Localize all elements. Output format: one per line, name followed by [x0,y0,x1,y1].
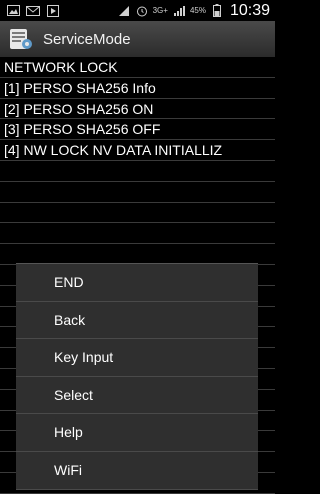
app-title: ServiceMode [43,30,131,48]
console-line[interactable]: [2] PERSO SHA256 ON [0,99,275,120]
gallery-icon [6,5,20,17]
network-type: 3G+ [152,6,168,15]
console-line[interactable]: [4] NW LOCK NV DATA INITIALLIZ [0,140,275,161]
clock: 10:39 [229,1,270,19]
menu-item-help[interactable]: Help [16,414,258,452]
console-line [0,223,275,245]
options-menu: END Back Key Input Select Help WiFi [16,263,258,490]
signal-icon [117,5,131,17]
battery-percent: 45% [189,6,206,15]
play-icon [46,4,60,17]
console-line [0,203,275,224]
menu-item-key-input[interactable]: Key Input [16,339,258,377]
service-mode-app-icon [8,26,34,52]
menu-item-select[interactable]: Select [16,377,258,415]
title-bar: ServiceMode [0,21,275,58]
console-line [0,161,275,182]
mail-icon [26,5,40,17]
status-bar: 3G+ 45% 10:39 [0,0,275,21]
console-line[interactable]: [3] PERSO SHA256 OFF [0,119,275,141]
signal-bars-icon [172,5,186,17]
menu-item-back[interactable]: Back [16,302,258,340]
console-line [0,244,275,265]
battery-icon [210,4,224,17]
console-line[interactable]: [1] PERSO SHA256 Info [0,78,275,99]
console-line [0,182,275,203]
console-line: NETWORK LOCK [0,57,275,78]
menu-item-end[interactable]: END [16,264,258,302]
menu-item-wifi[interactable]: WiFi [16,452,258,490]
alarm-icon [135,5,149,17]
